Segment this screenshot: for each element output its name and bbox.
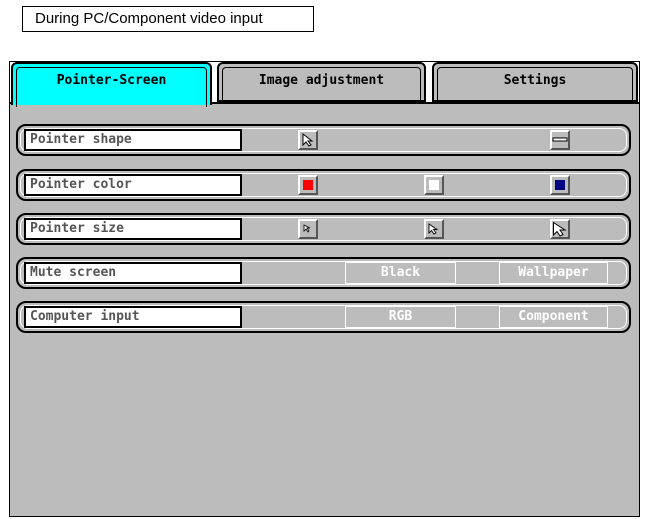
tab-pointer-screen[interactable]: Pointer-Screen xyxy=(11,62,212,107)
tab-content: Pointer shape Pointer color Pointer size… xyxy=(10,102,639,516)
tab-settings[interactable]: Settings xyxy=(432,62,638,102)
row-label: Mute screen xyxy=(24,262,242,284)
row-label: Pointer size xyxy=(24,218,242,240)
row-label: Computer input xyxy=(24,306,242,328)
black-button[interactable]: Black xyxy=(345,262,456,284)
pointer-color-navy[interactable] xyxy=(550,175,570,195)
arrow-pointer-icon[interactable] xyxy=(298,130,318,150)
menu-panel: Pointer-Screen Image adjustment Settings… xyxy=(9,61,640,517)
large-pointer-icon[interactable] xyxy=(550,219,570,239)
pointer-color-red[interactable] xyxy=(298,175,318,195)
row-mute-screen: Mute screen Black Wallpaper xyxy=(16,257,631,289)
mode-caption: During PC/Component video input xyxy=(22,6,314,32)
row-pointer-color: Pointer color xyxy=(16,169,631,201)
tab-image-adjustment[interactable]: Image adjustment xyxy=(217,62,426,102)
row-pointer-shape: Pointer shape xyxy=(16,124,631,156)
row-pointer-size: Pointer size xyxy=(16,213,631,245)
component-button[interactable]: Component xyxy=(499,306,608,328)
wallpaper-button[interactable]: Wallpaper xyxy=(499,262,608,284)
row-label: Pointer color xyxy=(24,174,242,196)
tab-label: Image adjustment xyxy=(258,73,385,88)
bar-pointer-icon[interactable] xyxy=(550,130,570,150)
rgb-button[interactable]: RGB xyxy=(345,306,456,328)
medium-pointer-icon[interactable] xyxy=(424,219,444,239)
tab-label: Settings xyxy=(503,73,567,88)
tab-label: Pointer-Screen xyxy=(56,73,167,88)
row-computer-input: Computer input RGB Component xyxy=(16,301,631,333)
small-pointer-icon[interactable] xyxy=(298,219,318,239)
pointer-color-white[interactable] xyxy=(424,175,444,195)
row-label: Pointer shape xyxy=(24,129,242,151)
